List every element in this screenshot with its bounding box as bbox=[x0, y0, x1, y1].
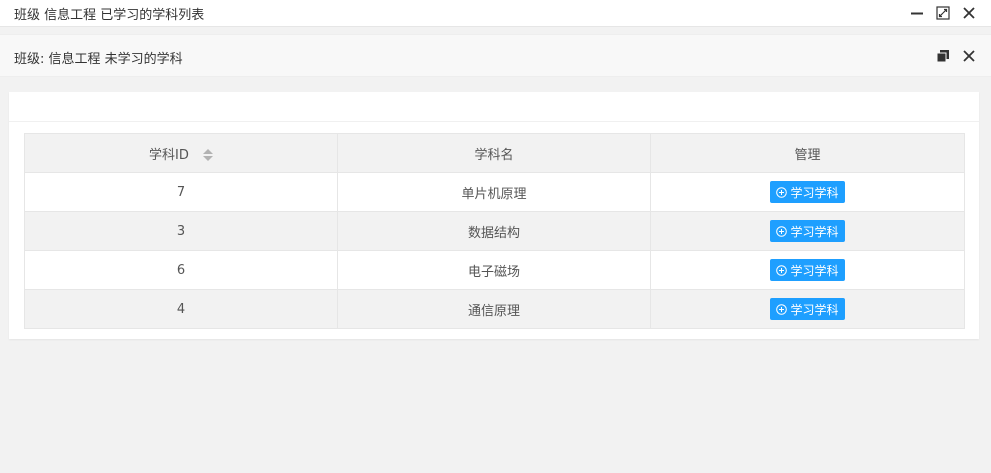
outer-window-titlebar: 班级 信息工程 已学习的学科列表 bbox=[0, 0, 991, 27]
learn-subject-button[interactable]: 学习学科 bbox=[770, 298, 845, 320]
header-subject-id-label: 学科ID bbox=[149, 147, 189, 163]
card-header bbox=[9, 92, 979, 122]
learn-subject-label: 学习学科 bbox=[790, 302, 839, 317]
learn-subject-button[interactable]: 学习学科 bbox=[770, 181, 845, 203]
manage-cell: 学习学科 bbox=[650, 172, 965, 212]
sort-icon[interactable] bbox=[203, 148, 213, 162]
minimize-icon[interactable] bbox=[907, 3, 927, 23]
close-icon[interactable] bbox=[959, 46, 979, 66]
circle-plus-icon bbox=[776, 186, 788, 198]
learn-subject-button[interactable]: 学习学科 bbox=[770, 259, 845, 281]
subject-id-cell: 6 bbox=[24, 250, 338, 290]
subject-name-cell: 通信原理 bbox=[337, 289, 651, 329]
subject-id-cell: 7 bbox=[24, 172, 338, 212]
subjects-table: 学科ID 学科名 管理 7 单片机原理 学习学科 3 数据结构 学习学科 6 电… bbox=[24, 133, 965, 329]
subject-name-cell: 电子磁场 bbox=[337, 250, 651, 290]
learn-subject-button[interactable]: 学习学科 bbox=[770, 220, 845, 242]
content-card: 学科ID 学科名 管理 7 单片机原理 学习学科 3 数据结构 学习学科 6 电… bbox=[9, 92, 979, 339]
outer-window-title: 班级 信息工程 已学习的学科列表 bbox=[14, 8, 205, 23]
circle-plus-icon bbox=[776, 264, 788, 276]
learn-subject-label: 学习学科 bbox=[790, 263, 839, 278]
header-subject-name: 学科名 bbox=[337, 133, 651, 173]
subject-id-cell: 3 bbox=[24, 211, 338, 251]
table-header-row: 学科ID 学科名 管理 bbox=[24, 133, 965, 173]
learn-subject-label: 学习学科 bbox=[790, 224, 839, 239]
table-row: 3 数据结构 学习学科 bbox=[24, 211, 965, 251]
table-row: 4 通信原理 学习学科 bbox=[24, 289, 965, 329]
header-manage: 管理 bbox=[650, 133, 965, 173]
circle-plus-icon bbox=[776, 225, 788, 237]
maximize-icon[interactable] bbox=[933, 3, 953, 23]
learn-subject-label: 学习学科 bbox=[790, 185, 839, 200]
subject-id-cell: 4 bbox=[24, 289, 338, 329]
table-row: 6 电子磁场 学习学科 bbox=[24, 250, 965, 290]
circle-plus-icon bbox=[776, 303, 788, 315]
close-icon[interactable] bbox=[959, 3, 979, 23]
subject-name-cell: 数据结构 bbox=[337, 211, 651, 251]
inner-window-titlebar: 班级: 信息工程 未学习的学科 bbox=[0, 34, 991, 77]
table-row: 7 单片机原理 学习学科 bbox=[24, 172, 965, 212]
manage-cell: 学习学科 bbox=[650, 250, 965, 290]
manage-cell: 学习学科 bbox=[650, 211, 965, 251]
restore-icon[interactable] bbox=[933, 46, 953, 66]
subject-name-cell: 单片机原理 bbox=[337, 172, 651, 212]
header-subject-id[interactable]: 学科ID bbox=[24, 133, 338, 173]
inner-window-title: 班级: 信息工程 未学习的学科 bbox=[14, 52, 183, 67]
manage-cell: 学习学科 bbox=[650, 289, 965, 329]
